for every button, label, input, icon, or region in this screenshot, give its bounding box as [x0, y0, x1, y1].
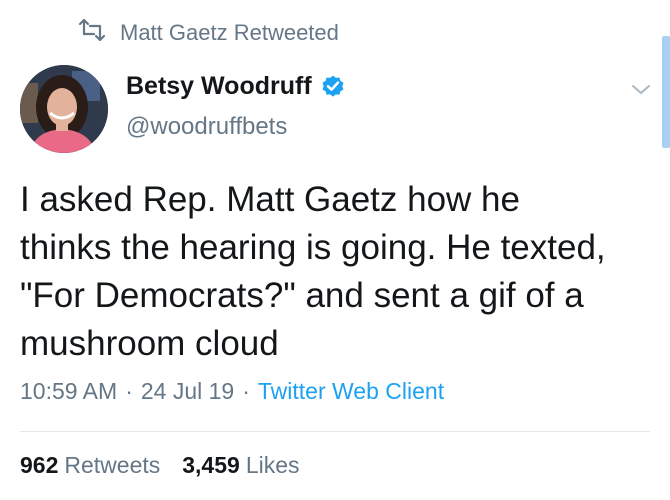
tweet-meta: 10:59 AM · 24 Jul 19 · Twitter Web Clien…: [20, 378, 444, 405]
retweet-header: Matt Gaetz Retweeted: [76, 18, 339, 48]
avatar[interactable]: [20, 65, 108, 153]
handle[interactable]: @woodruffbets: [126, 113, 346, 141]
retweets-stat[interactable]: 962 Retweets: [20, 452, 160, 479]
verified-badge-icon: [320, 74, 346, 100]
divider: [20, 431, 650, 432]
tweet-date: 24 Jul 19: [140, 378, 235, 404]
meta-separator: ·: [242, 378, 250, 404]
tweet-stats: 962 Retweets 3,459 Likes: [20, 452, 300, 479]
likes-stat[interactable]: 3,459 Likes: [182, 452, 299, 479]
retweets-label: Retweets: [64, 452, 161, 478]
client-link[interactable]: Twitter Web Client: [258, 378, 444, 405]
display-name[interactable]: Betsy Woodruff: [126, 72, 312, 101]
likes-count: 3,459: [182, 452, 240, 478]
retweets-count: 962: [20, 452, 59, 478]
scrollbar[interactable]: [662, 36, 670, 148]
likes-label: Likes: [245, 452, 300, 478]
author-block: Betsy Woodruff @woodruffbets: [126, 72, 346, 141]
meta-separator: ·: [125, 378, 133, 404]
retweet-icon: [76, 18, 108, 48]
retweet-header-text[interactable]: Matt Gaetz Retweeted: [120, 20, 339, 46]
chevron-down-icon[interactable]: [630, 78, 652, 100]
tweet-text: I asked Rep. Matt Gaetz how he thinks th…: [20, 180, 606, 363]
tweet-time: 10:59 AM: [20, 378, 118, 404]
